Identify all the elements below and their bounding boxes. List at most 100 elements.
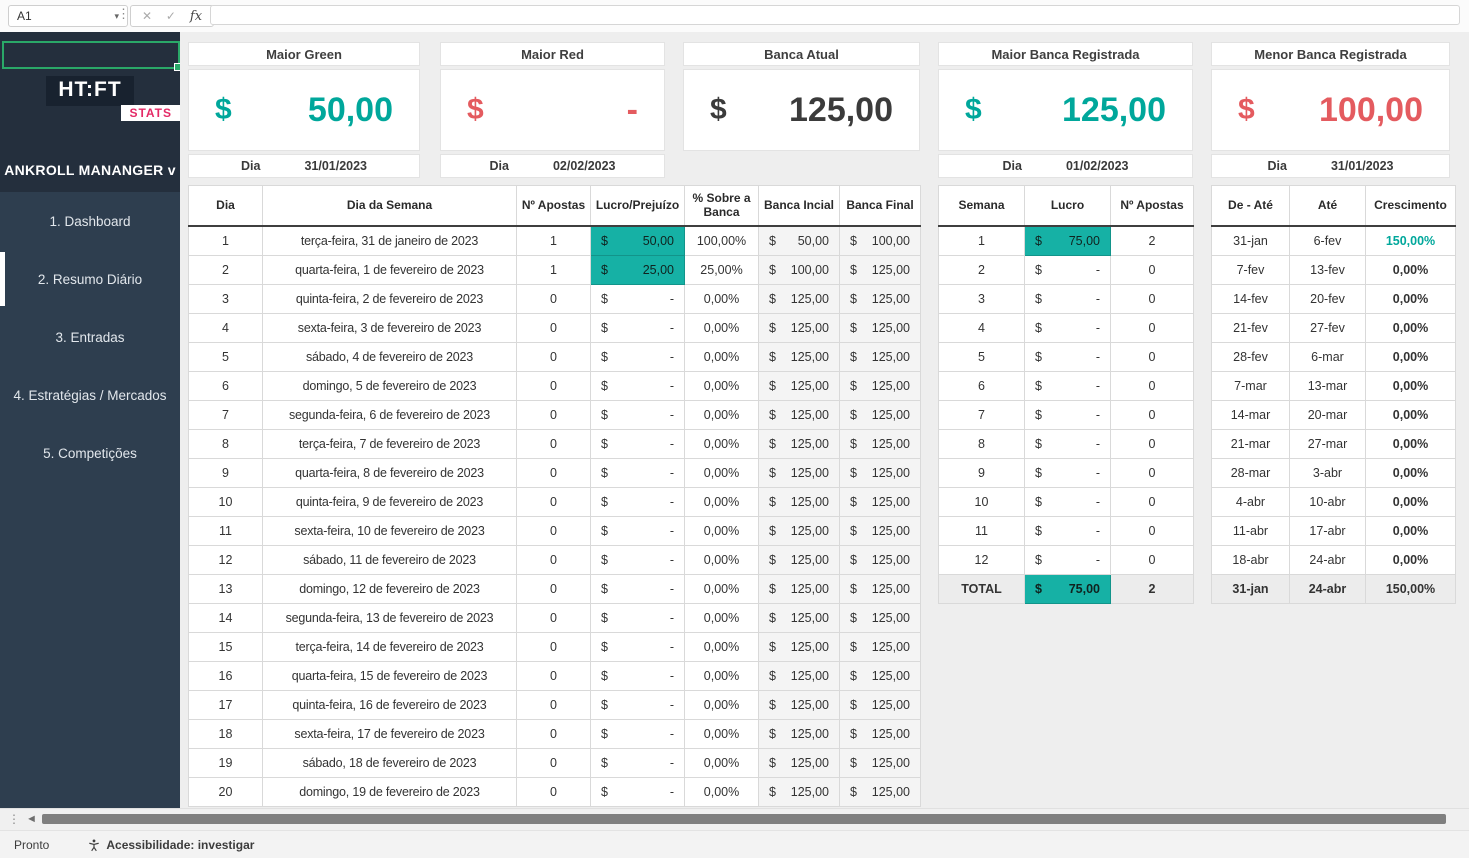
cell[interactable]: 0 [517, 662, 591, 691]
money-cell[interactable]: $125,00 [759, 662, 840, 691]
cell[interactable]: terça-feira, 31 de janeiro de 2023 [263, 226, 517, 256]
cell[interactable]: 20 [189, 778, 263, 807]
scrollbar-thumb[interactable] [42, 814, 1446, 824]
cell[interactable]: 2 [1111, 226, 1194, 256]
cell[interactable]: 0 [517, 372, 591, 401]
cell[interactable]: 1 [517, 226, 591, 256]
cell[interactable]: 6-mar [1290, 343, 1366, 372]
growth-cell[interactable]: 0,00% [1366, 314, 1456, 343]
cell[interactable]: 0 [517, 459, 591, 488]
cell[interactable]: 0 [517, 633, 591, 662]
cell[interactable]: 7-fev [1212, 256, 1290, 285]
money-cell[interactable]: $125,00 [759, 720, 840, 749]
money-cell[interactable]: $125,00 [840, 314, 921, 343]
money-cell[interactable]: $50,00 [759, 226, 840, 256]
cell[interactable]: 6 [189, 372, 263, 401]
cell[interactable]: 3-abr [1290, 459, 1366, 488]
growth-cell[interactable]: 0,00% [1366, 488, 1456, 517]
cell[interactable]: 14 [189, 604, 263, 633]
money-cell[interactable]: $125,00 [759, 343, 840, 372]
insert-function-icon[interactable]: fx [190, 9, 202, 24]
cell[interactable]: 0 [1111, 488, 1194, 517]
money-cell[interactable]: $- [591, 459, 685, 488]
money-cell[interactable]: $125,00 [840, 256, 921, 285]
money-cell[interactable]: $125,00 [759, 546, 840, 575]
cell[interactable]: 14-mar [1212, 401, 1290, 430]
sidebar-item-3[interactable]: 3. Entradas [0, 308, 180, 366]
money-cell[interactable]: $25,00 [591, 256, 685, 285]
cell[interactable]: 8 [189, 430, 263, 459]
money-cell[interactable]: $125,00 [840, 285, 921, 314]
cell[interactable]: 0 [1111, 517, 1194, 546]
enter-icon[interactable]: ✓ [166, 9, 176, 23]
kebab-icon[interactable]: ⋮ [117, 6, 130, 22]
cell[interactable]: 13-fev [1290, 256, 1366, 285]
horizontal-scrollbar[interactable]: ⋮ ◄ [0, 808, 1469, 831]
cell[interactable]: 0 [1111, 430, 1194, 459]
scroll-left-icon[interactable]: ◄ [26, 813, 37, 825]
cell[interactable]: 15 [189, 633, 263, 662]
cell[interactable]: sexta-feira, 3 de fevereiro de 2023 [263, 314, 517, 343]
cell[interactable]: 0 [517, 546, 591, 575]
cell[interactable]: 0,00% [685, 691, 759, 720]
cell[interactable]: 0,00% [685, 285, 759, 314]
cell[interactable]: 0,00% [685, 749, 759, 778]
cell[interactable]: 9 [189, 459, 263, 488]
accessibility-button[interactable]: Acessibilidade: investigar [87, 838, 254, 852]
money-cell[interactable]: $125,00 [840, 749, 921, 778]
cell[interactable]: 8 [939, 430, 1025, 459]
cell[interactable]: 0 [517, 314, 591, 343]
cell[interactable]: 10 [189, 488, 263, 517]
sidebar-item-5[interactable]: 5. Competições [0, 424, 180, 482]
money-cell[interactable]: $125,00 [759, 749, 840, 778]
formula-input[interactable] [210, 5, 1460, 25]
growth-cell[interactable]: 0,00% [1366, 285, 1456, 314]
money-cell[interactable]: $- [1025, 401, 1111, 430]
cell[interactable]: quarta-feira, 8 de fevereiro de 2023 [263, 459, 517, 488]
cell[interactable]: 0 [517, 285, 591, 314]
cell[interactable]: 0,00% [685, 778, 759, 807]
cell[interactable]: 1 [939, 226, 1025, 256]
money-cell[interactable]: $- [1025, 256, 1111, 285]
money-cell[interactable]: $- [1025, 430, 1111, 459]
growth-cell[interactable]: 0,00% [1366, 546, 1456, 575]
cell[interactable]: sábado, 11 de fevereiro de 2023 [263, 546, 517, 575]
cell[interactable]: 0 [517, 430, 591, 459]
money-cell[interactable]: $125,00 [759, 314, 840, 343]
cell[interactable]: TOTAL [939, 575, 1025, 604]
cell[interactable]: terça-feira, 7 de fevereiro de 2023 [263, 430, 517, 459]
money-cell[interactable]: $- [591, 401, 685, 430]
cell[interactable]: 10-abr [1290, 488, 1366, 517]
money-cell[interactable]: $- [591, 575, 685, 604]
sidebar-item-2[interactable]: 2. Resumo Diário [0, 250, 180, 308]
money-cell[interactable]: $125,00 [759, 488, 840, 517]
money-cell[interactable]: $125,00 [840, 778, 921, 807]
money-cell[interactable]: $- [591, 314, 685, 343]
money-cell[interactable]: $125,00 [840, 691, 921, 720]
cell[interactable]: 0,00% [685, 720, 759, 749]
money-cell[interactable]: $- [591, 546, 685, 575]
cell[interactable]: 11 [189, 517, 263, 546]
cell[interactable]: 0 [517, 778, 591, 807]
growth-cell[interactable]: 0,00% [1366, 256, 1456, 285]
cell[interactable]: sábado, 18 de fevereiro de 2023 [263, 749, 517, 778]
growth-cell[interactable]: 0,00% [1366, 517, 1456, 546]
cell[interactable]: 20-fev [1290, 285, 1366, 314]
cell[interactable]: 0 [517, 517, 591, 546]
money-cell[interactable]: $125,00 [840, 633, 921, 662]
cell[interactable]: 16 [189, 662, 263, 691]
cell[interactable]: domingo, 5 de fevereiro de 2023 [263, 372, 517, 401]
cell[interactable]: 19 [189, 749, 263, 778]
cell[interactable]: segunda-feira, 6 de fevereiro de 2023 [263, 401, 517, 430]
cell[interactable]: 5 [939, 343, 1025, 372]
cell[interactable]: 13 [189, 575, 263, 604]
cell[interactable]: sexta-feira, 17 de fevereiro de 2023 [263, 720, 517, 749]
money-cell[interactable]: $- [591, 662, 685, 691]
cell[interactable]: 0 [1111, 546, 1194, 575]
cell[interactable]: 24-abr [1290, 546, 1366, 575]
money-cell[interactable]: $- [1025, 343, 1111, 372]
money-cell[interactable]: $125,00 [759, 459, 840, 488]
cell[interactable]: 28-mar [1212, 459, 1290, 488]
money-cell[interactable]: $50,00 [591, 226, 685, 256]
cell[interactable]: quarta-feira, 1 de fevereiro de 2023 [263, 256, 517, 285]
